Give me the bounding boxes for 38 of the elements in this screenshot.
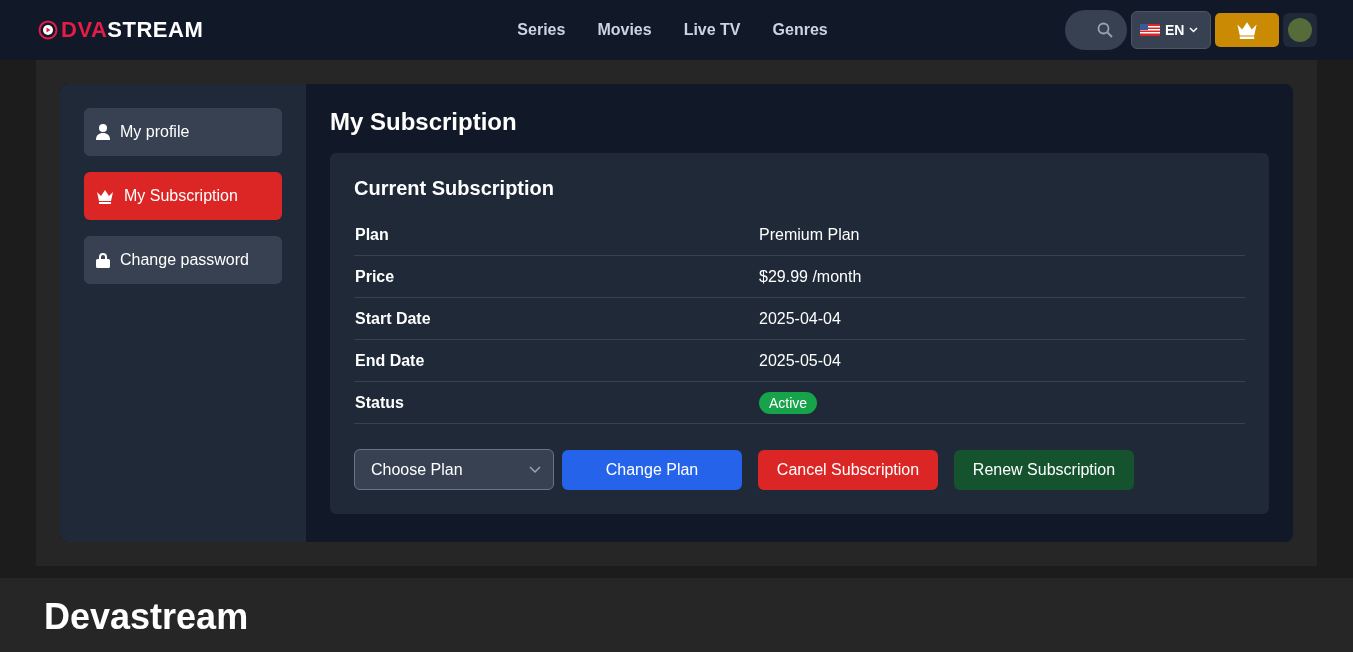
field-label: Price [355, 267, 396, 286]
nav-link[interactable]: Genres [772, 21, 828, 39]
crown-icon [1235, 21, 1259, 39]
avatar[interactable] [1283, 13, 1317, 47]
card-title: Current Subscription [354, 177, 555, 200]
field-value: 2025-04-04 [759, 309, 842, 328]
field-label: Status [355, 393, 405, 412]
search-icon [1097, 22, 1113, 38]
sidebar-item[interactable]: My profile [84, 108, 282, 156]
nav-link[interactable]: Movies [597, 21, 652, 39]
field-label: Plan [355, 225, 390, 244]
play-logo-icon [38, 20, 58, 40]
page-title: My Subscription [330, 108, 518, 136]
field-value: $29.99 /month [759, 267, 863, 286]
status-badge: Active [759, 391, 818, 414]
chevron-down-icon [529, 465, 541, 474]
action-button[interactable]: Cancel Subscription [758, 449, 938, 490]
chevron-down-icon [1189, 27, 1199, 33]
action-button[interactable]: Change Plan [562, 449, 742, 490]
footer-title: Devastream [44, 596, 249, 638]
logo-text[interactable]: DVASTREAM [61, 17, 204, 43]
language-selector[interactable]: EN [1131, 11, 1211, 49]
field-value: 2025-05-04 [759, 351, 842, 370]
nav-link[interactable]: Series [517, 21, 566, 39]
field-label: Start Date [355, 309, 432, 328]
plan-select[interactable]: Choose Plan [354, 449, 554, 490]
flag-icon [1140, 24, 1160, 36]
lock-icon [96, 252, 110, 268]
action-button[interactable]: Renew Subscription [954, 449, 1134, 490]
field-value: Premium Plan [759, 225, 861, 244]
crown-icon [96, 188, 114, 204]
premium-button[interactable] [1215, 13, 1279, 47]
nav-link[interactable]: Live TV [683, 21, 741, 39]
search-button[interactable] [1065, 10, 1127, 50]
user-icon [96, 124, 110, 140]
field-label: End Date [355, 351, 426, 370]
sidebar-item[interactable]: My Subscription [84, 172, 282, 220]
sidebar-item[interactable]: Change password [84, 236, 282, 284]
